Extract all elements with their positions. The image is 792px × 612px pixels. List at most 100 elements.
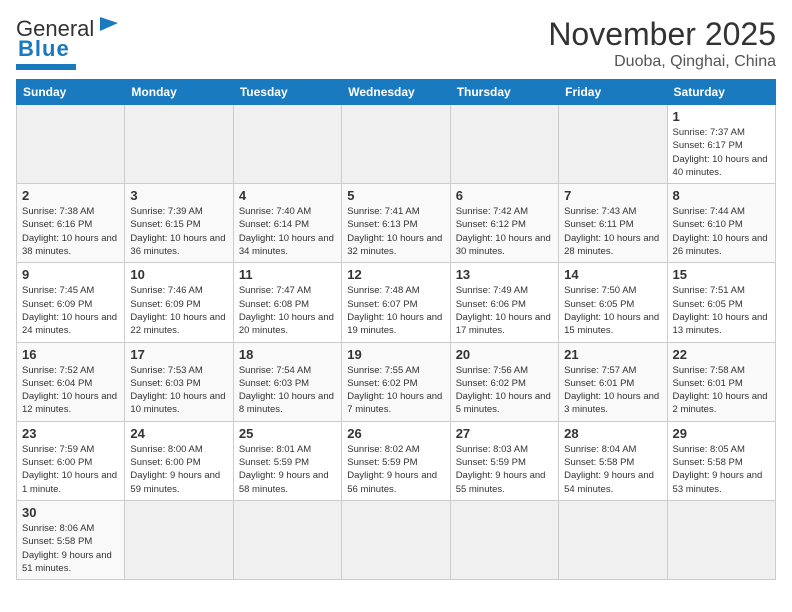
calendar-cell [17, 105, 125, 184]
calendar-cell: 8 Sunrise: 7:44 AM Sunset: 6:10 PM Daylig… [667, 184, 775, 263]
day-number: 5 [347, 188, 444, 203]
calendar-cell: 19 Sunrise: 7:55 AM Sunset: 6:02 PM Dayli… [342, 342, 450, 421]
day-info: Sunrise: 8:01 AM Sunset: 5:59 PM Dayligh… [239, 443, 336, 496]
day-number: 19 [347, 347, 444, 362]
calendar-cell [233, 500, 341, 579]
calendar-cell: 20 Sunrise: 7:56 AM Sunset: 6:02 PM Dayli… [450, 342, 558, 421]
logo-flag-icon [96, 13, 124, 41]
calendar-cell: 24 Sunrise: 8:00 AM Sunset: 6:00 PM Dayli… [125, 421, 233, 500]
title-section: November 2025 Duoba, Qinghai, China [548, 16, 776, 71]
month-title: November 2025 [548, 16, 776, 53]
day-number: 12 [347, 267, 444, 282]
day-info: Sunrise: 8:02 AM Sunset: 5:59 PM Dayligh… [347, 443, 444, 496]
logo-underline [16, 64, 76, 70]
day-number: 8 [673, 188, 770, 203]
day-number: 28 [564, 426, 661, 441]
day-info: Sunrise: 7:55 AM Sunset: 6:02 PM Dayligh… [347, 364, 444, 417]
calendar-cell [125, 105, 233, 184]
calendar-cell: 2 Sunrise: 7:38 AM Sunset: 6:16 PM Daylig… [17, 184, 125, 263]
day-info: Sunrise: 7:54 AM Sunset: 6:03 PM Dayligh… [239, 364, 336, 417]
day-info: Sunrise: 7:58 AM Sunset: 6:01 PM Dayligh… [673, 364, 770, 417]
weekday-header-sunday: Sunday [17, 80, 125, 105]
day-number: 29 [673, 426, 770, 441]
day-info: Sunrise: 7:49 AM Sunset: 6:06 PM Dayligh… [456, 284, 553, 337]
calendar-cell: 22 Sunrise: 7:58 AM Sunset: 6:01 PM Dayli… [667, 342, 775, 421]
day-info: Sunrise: 8:06 AM Sunset: 5:58 PM Dayligh… [22, 522, 119, 575]
day-info: Sunrise: 8:00 AM Sunset: 6:00 PM Dayligh… [130, 443, 227, 496]
day-number: 15 [673, 267, 770, 282]
day-number: 16 [22, 347, 119, 362]
calendar-cell [559, 105, 667, 184]
day-number: 10 [130, 267, 227, 282]
weekday-header-wednesday: Wednesday [342, 80, 450, 105]
calendar-cell: 11 Sunrise: 7:47 AM Sunset: 6:08 PM Dayli… [233, 263, 341, 342]
calendar-cell: 25 Sunrise: 8:01 AM Sunset: 5:59 PM Dayli… [233, 421, 341, 500]
day-info: Sunrise: 7:44 AM Sunset: 6:10 PM Dayligh… [673, 205, 770, 258]
day-info: Sunrise: 7:38 AM Sunset: 6:16 PM Dayligh… [22, 205, 119, 258]
calendar-cell [450, 500, 558, 579]
calendar-cell: 5 Sunrise: 7:41 AM Sunset: 6:13 PM Daylig… [342, 184, 450, 263]
calendar-cell [559, 500, 667, 579]
calendar-cell: 4Sunrise: 7:40 AM Sunset: 6:14 PM Daylig… [233, 184, 341, 263]
calendar-cell [233, 105, 341, 184]
calendar-cell: 18 Sunrise: 7:54 AM Sunset: 6:03 PM Dayli… [233, 342, 341, 421]
calendar-cell: 15 Sunrise: 7:51 AM Sunset: 6:05 PM Dayli… [667, 263, 775, 342]
calendar-cell: 30 Sunrise: 8:06 AM Sunset: 5:58 PM Dayli… [17, 500, 125, 579]
weekday-header-friday: Friday [559, 80, 667, 105]
calendar-cell: 9Sunrise: 7:45 AM Sunset: 6:09 PM Daylig… [17, 263, 125, 342]
day-info: Sunrise: 7:43 AM Sunset: 6:11 PM Dayligh… [564, 205, 661, 258]
day-info: Sunrise: 7:57 AM Sunset: 6:01 PM Dayligh… [564, 364, 661, 417]
calendar-cell: 17Sunrise: 7:53 AM Sunset: 6:03 PM Dayli… [125, 342, 233, 421]
weekday-header-thursday: Thursday [450, 80, 558, 105]
calendar-cell: 29 Sunrise: 8:05 AM Sunset: 5:58 PM Dayli… [667, 421, 775, 500]
calendar-cell: 3 Sunrise: 7:39 AM Sunset: 6:15 PM Daylig… [125, 184, 233, 263]
calendar-table: SundayMondayTuesdayWednesdayThursdayFrid… [16, 79, 776, 580]
day-info: Sunrise: 7:47 AM Sunset: 6:08 PM Dayligh… [239, 284, 336, 337]
page-header: General Blue November 2025 Duoba, Qingha… [16, 16, 776, 71]
weekday-header-saturday: Saturday [667, 80, 775, 105]
day-number: 7 [564, 188, 661, 203]
day-number: 9 [22, 267, 119, 282]
day-info: Sunrise: 7:56 AM Sunset: 6:02 PM Dayligh… [456, 364, 553, 417]
day-info: Sunrise: 7:59 AM Sunset: 6:00 PM Dayligh… [22, 443, 119, 496]
weekday-header-tuesday: Tuesday [233, 80, 341, 105]
day-number: 3 [130, 188, 227, 203]
calendar-cell: 21Sunrise: 7:57 AM Sunset: 6:01 PM Dayli… [559, 342, 667, 421]
calendar-cell [342, 500, 450, 579]
day-info: Sunrise: 7:40 AM Sunset: 6:14 PM Dayligh… [239, 205, 336, 258]
day-number: 11 [239, 267, 336, 282]
day-info: Sunrise: 7:52 AM Sunset: 6:04 PM Dayligh… [22, 364, 119, 417]
day-number: 27 [456, 426, 553, 441]
calendar-cell: 16 Sunrise: 7:52 AM Sunset: 6:04 PM Dayli… [17, 342, 125, 421]
day-number: 22 [673, 347, 770, 362]
calendar-cell: 23 Sunrise: 7:59 AM Sunset: 6:00 PM Dayli… [17, 421, 125, 500]
day-info: Sunrise: 8:05 AM Sunset: 5:58 PM Dayligh… [673, 443, 770, 496]
day-info: Sunrise: 7:51 AM Sunset: 6:05 PM Dayligh… [673, 284, 770, 337]
day-number: 13 [456, 267, 553, 282]
day-info: Sunrise: 8:04 AM Sunset: 5:58 PM Dayligh… [564, 443, 661, 496]
day-info: Sunrise: 7:48 AM Sunset: 6:07 PM Dayligh… [347, 284, 444, 337]
location-title: Duoba, Qinghai, China [548, 53, 776, 71]
day-number: 25 [239, 426, 336, 441]
day-number: 6 [456, 188, 553, 203]
day-number: 24 [130, 426, 227, 441]
day-info: Sunrise: 7:42 AM Sunset: 6:12 PM Dayligh… [456, 205, 553, 258]
calendar-cell: 10 Sunrise: 7:46 AM Sunset: 6:09 PM Dayli… [125, 263, 233, 342]
calendar-cell: 27 Sunrise: 8:03 AM Sunset: 5:59 PM Dayli… [450, 421, 558, 500]
day-number: 26 [347, 426, 444, 441]
calendar-cell [125, 500, 233, 579]
day-number: 18 [239, 347, 336, 362]
calendar-cell: 26 Sunrise: 8:02 AM Sunset: 5:59 PM Dayli… [342, 421, 450, 500]
calendar-cell: 28 Sunrise: 8:04 AM Sunset: 5:58 PM Dayli… [559, 421, 667, 500]
weekday-header-monday: Monday [125, 80, 233, 105]
day-number: 23 [22, 426, 119, 441]
day-number: 20 [456, 347, 553, 362]
day-info: Sunrise: 7:46 AM Sunset: 6:09 PM Dayligh… [130, 284, 227, 337]
day-info: Sunrise: 7:41 AM Sunset: 6:13 PM Dayligh… [347, 205, 444, 258]
day-info: Sunrise: 7:39 AM Sunset: 6:15 PM Dayligh… [130, 205, 227, 258]
day-number: 2 [22, 188, 119, 203]
day-number: 17 [130, 347, 227, 362]
calendar-cell [667, 500, 775, 579]
day-number: 30 [22, 505, 119, 520]
day-info: Sunrise: 8:03 AM Sunset: 5:59 PM Dayligh… [456, 443, 553, 496]
